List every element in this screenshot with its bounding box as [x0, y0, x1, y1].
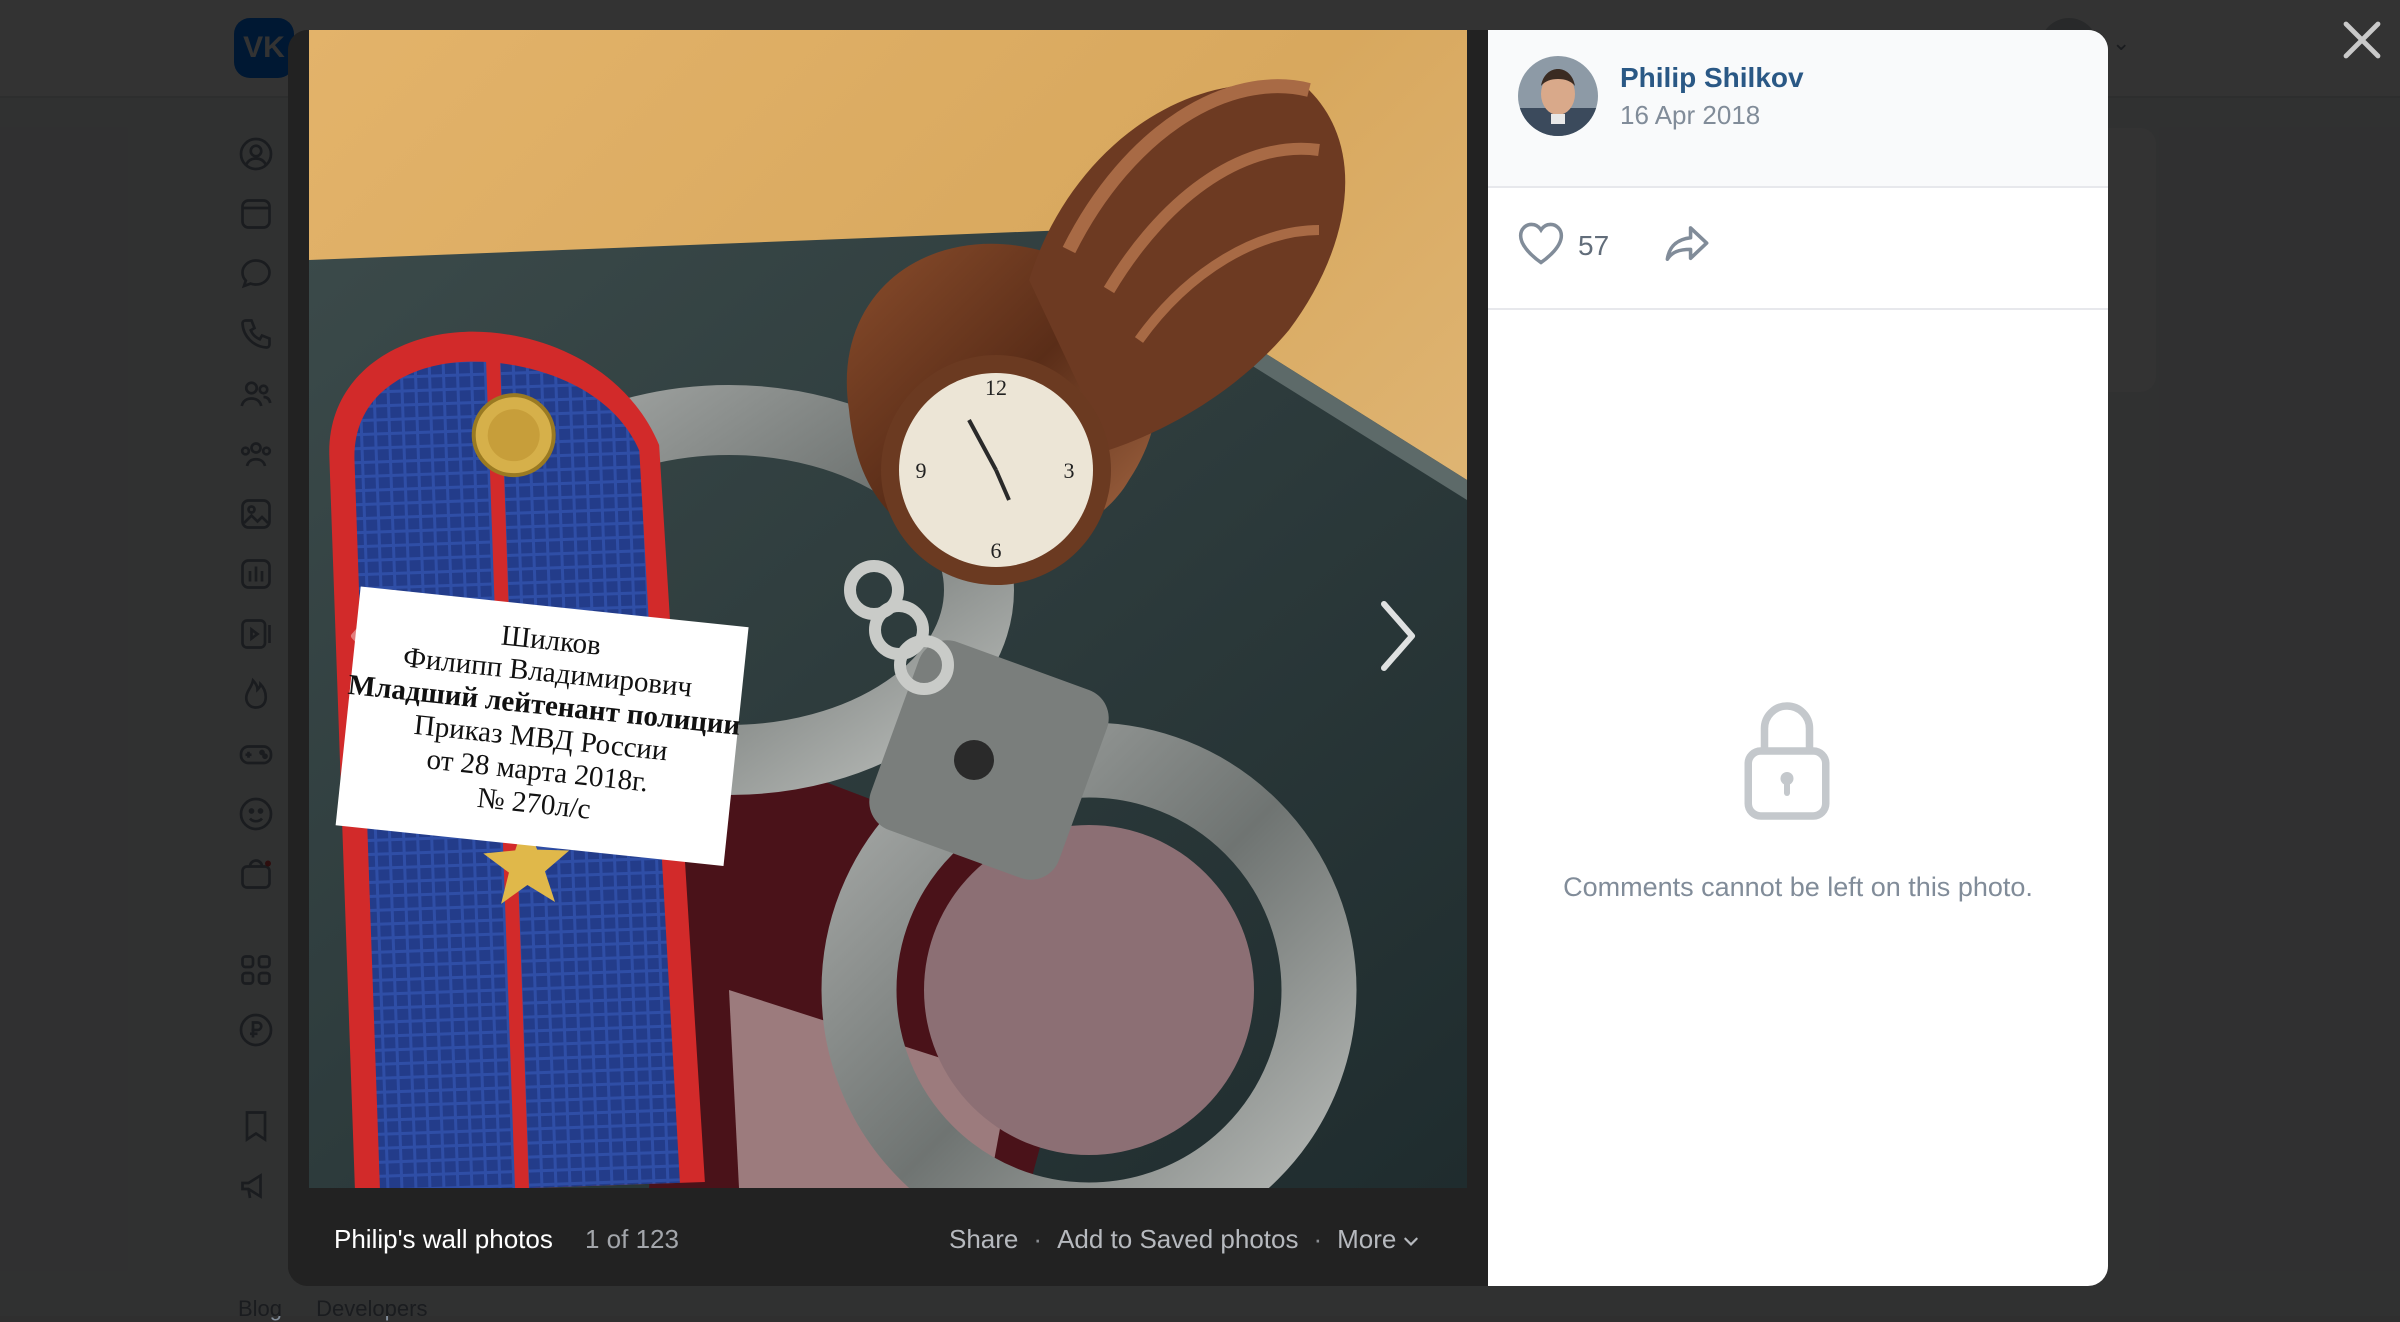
share-button[interactable] — [1662, 222, 1712, 266]
photo[interactable]: 12 3 69 Шилков Филипп Владимирович Младш… — [309, 30, 1467, 1188]
svg-text:9: 9 — [916, 458, 927, 483]
album-title-link[interactable]: Philip's wall photos — [334, 1224, 553, 1255]
add-to-saved-link[interactable]: Add to Saved photos — [1057, 1224, 1298, 1254]
close-button[interactable] — [2338, 16, 2386, 64]
author-avatar[interactable] — [1518, 56, 1598, 136]
more-label: More — [1337, 1224, 1397, 1254]
separator-dot: · — [1033, 1224, 1043, 1254]
share-link[interactable]: Share — [949, 1224, 1018, 1254]
chevron-left-icon — [351, 601, 385, 671]
photo-viewer: 12 3 69 Шилков Филипп Владимирович Младш… — [288, 30, 2108, 1286]
author-name-link[interactable]: Philip Shilkov — [1620, 62, 1804, 94]
photo-side-panel: Philip Shilkov 16 Apr 2018 57 Comments c… — [1488, 30, 2108, 1286]
reaction-bar: 57 — [1488, 188, 2108, 310]
photo-actions: Share · Add to Saved photos · More — [949, 1224, 1420, 1255]
previous-photo-button[interactable] — [338, 596, 398, 676]
avatar-image — [1518, 56, 1598, 136]
photo-counter: 1 of 123 — [585, 1224, 679, 1254]
photo-image: 123 69 Шилков Филипп Владимирович Младши… — [309, 30, 1467, 1188]
next-photo-button[interactable] — [1368, 596, 1428, 676]
svg-text:12: 12 — [985, 375, 1007, 400]
photo-area: 12 3 69 Шилков Филипп Владимирович Младш… — [288, 30, 1488, 1286]
share-arrow-icon — [1665, 226, 1709, 261]
chevron-right-icon — [1381, 601, 1415, 671]
lock-glyph — [1744, 702, 1830, 820]
heart-icon — [1518, 222, 1564, 265]
chevron-down-icon — [1404, 1237, 1419, 1247]
svg-text:6: 6 — [991, 538, 1002, 563]
comments-disabled-notice: Comments cannot be left on this photo. — [1563, 872, 2033, 902]
more-menu-button[interactable]: More — [1337, 1224, 1420, 1254]
post-date: 16 Apr 2018 — [1620, 100, 1761, 130]
photo-footer-bar: Philip's wall photos 1 of 123 Share · Add … — [288, 1188, 1488, 1286]
author-header: Philip Shilkov 16 Apr 2018 — [1488, 30, 2108, 188]
svg-text:3: 3 — [1064, 458, 1075, 483]
separator-dot: · — [1313, 1224, 1323, 1254]
lock-icon — [1742, 696, 1832, 826]
like-count: 57 — [1578, 230, 1610, 261]
close-icon — [2343, 21, 2381, 59]
like-button[interactable]: 57 — [1516, 220, 1609, 272]
